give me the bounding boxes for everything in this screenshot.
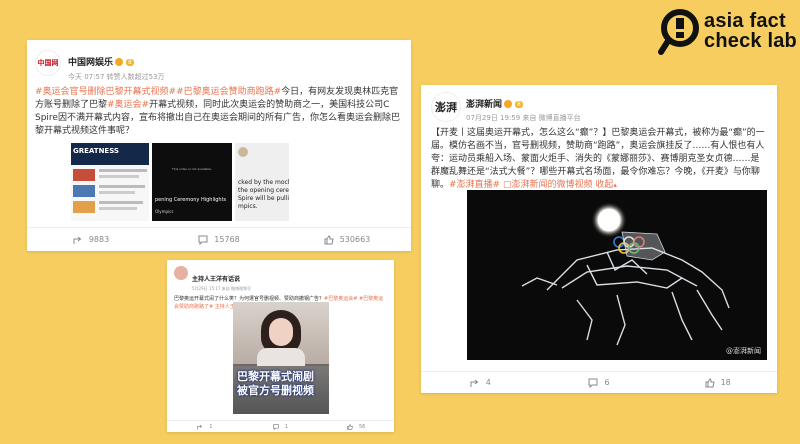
avatar[interactable]: 澎湃 xyxy=(431,92,461,122)
share-count: 1 xyxy=(209,423,213,430)
vip-badge: 8 xyxy=(515,101,523,108)
share-button[interactable]: 9883 xyxy=(27,228,155,251)
account-name[interactable]: 中国网娱乐 xyxy=(68,58,113,68)
share-count: 9883 xyxy=(88,235,110,244)
like-count: 530663 xyxy=(339,235,371,244)
share-button[interactable]: 1 xyxy=(167,421,243,432)
share-icon xyxy=(470,379,479,387)
comment-count: 15768 xyxy=(214,235,240,244)
video-player[interactable]: 巴黎开幕式闹剧 被官方号删视频 xyxy=(233,302,329,414)
thumb-channel: Olympics xyxy=(155,209,174,214)
hashtag-link[interactable]: #奥运会官号删除巴黎开幕式视频##巴黎奥运会赞助商跑路# xyxy=(35,87,281,97)
video-link[interactable]: ▢澎湃新闻的微博视频 xyxy=(503,180,593,190)
video-link-label: 澎湃新闻的微博视频 xyxy=(511,180,593,190)
like-count: 18 xyxy=(720,378,731,387)
post-text: 【开麦丨这届奥运开幕式，怎么这么“癫”？】巴黎奥运会开幕式，被称为最“癫”的一届… xyxy=(421,123,777,192)
avatar[interactable]: 中国网 xyxy=(35,50,61,76)
comment-icon xyxy=(588,378,598,388)
thumbs-up-icon xyxy=(347,423,353,430)
comment-button[interactable]: 15768 xyxy=(155,228,283,251)
video-caption-line2: 被官方号删视频 xyxy=(237,384,314,397)
post-actions: 4 6 18 xyxy=(421,371,777,393)
video-player[interactable]: @澎湃新闻 xyxy=(467,190,767,360)
post-header: 中国网 中国网娱乐 8 今天 07:57 转赞人数超过53万 xyxy=(27,40,411,82)
image-thumbnail[interactable]: This video is not available. pening Cere… xyxy=(152,143,232,221)
thumb-banner: GREATNESS xyxy=(71,143,149,165)
comment-icon xyxy=(198,235,208,245)
comment-button[interactable]: 1 xyxy=(243,421,319,432)
share-button[interactable]: 4 xyxy=(421,372,540,393)
thumbs-up-icon xyxy=(705,377,715,387)
collapse-link[interactable]: 收起 xyxy=(595,180,613,190)
avatar[interactable] xyxy=(174,266,188,280)
comment-button[interactable]: 6 xyxy=(540,372,659,393)
video-unavailable-text: This video is not available. xyxy=(172,167,212,171)
verified-icon xyxy=(504,100,513,108)
tweet-text: cked by the mockery of t the opening cer… xyxy=(238,179,289,210)
logo-text-line2: check lab xyxy=(704,30,797,52)
avatar-label: 中国网 xyxy=(37,59,59,67)
comment-icon xyxy=(273,423,279,430)
weibo-post-china-net-entertainment: 中国网 中国网娱乐 8 今天 07:57 转赞人数超过53万 #奥运会官号删除巴黎… xyxy=(27,40,411,251)
like-button[interactable]: 530663 xyxy=(283,228,411,251)
image-grid: GREATNESS This video is not available. p… xyxy=(71,143,289,221)
video-caption-line1: 巴黎开幕式闹剧 xyxy=(237,370,314,383)
hashtag-link[interactable]: #奥运会# xyxy=(107,100,149,110)
share-count: 4 xyxy=(485,378,491,387)
magnifier-logo-icon xyxy=(658,9,699,55)
post-meta: 5月29日 15:17 来自 微博视频号 xyxy=(192,286,251,291)
like-count: 56 xyxy=(358,423,366,430)
post-header: 澎湃 澎湃新闻 8 07月29日 19:59 来自 微博直播平台 xyxy=(421,85,777,123)
post-meta: 07月29日 19:59 来自 微博直播平台 xyxy=(466,114,581,122)
post-actions: 1 1 56 xyxy=(167,420,394,432)
watermark: @澎湃新闻 xyxy=(726,347,761,355)
avatar-label: 澎湃 xyxy=(435,101,457,114)
chevron-up-icon: ▴ xyxy=(613,181,617,189)
verified-icon xyxy=(115,58,124,66)
weibo-post-host-wang-yang: 主持人王洋有话说 5月29日 15:17 来自 微博视频号 巴黎奥运开幕式闹了什… xyxy=(167,260,394,432)
post-header: 主持人王洋有话说 5月29日 15:17 来自 微博视频号 xyxy=(167,260,394,292)
share-icon xyxy=(197,424,203,429)
post-actions: 9883 15768 530663 xyxy=(27,227,411,251)
account-name[interactable]: 澎湃新闻 xyxy=(466,100,502,110)
thumbs-up-icon xyxy=(324,234,334,244)
weibo-post-the-paper: 澎湃 澎湃新闻 8 07月29日 19:59 来自 微博直播平台 【开麦丨这届奥运… xyxy=(421,85,777,393)
hashtag-link[interactable]: #澎湃直播# xyxy=(449,180,500,190)
thumb-caption: pening Ceremony Highlights xyxy=(155,197,227,203)
like-button[interactable]: 18 xyxy=(658,372,777,393)
like-button[interactable]: 56 xyxy=(318,421,394,432)
asia-fact-check-lab-logo: asia fact check lab xyxy=(656,4,800,60)
post-meta: 今天 07:57 转赞人数超过53万 xyxy=(68,73,165,81)
comment-count: 1 xyxy=(284,423,289,430)
post-text: #奥运会官号删除巴黎开幕式视频##巴黎奥运会赞助商跑路#今日，有网友发现奥林匹克… xyxy=(27,82,411,138)
comment-count: 6 xyxy=(604,378,610,387)
account-name[interactable]: 主持人王洋有话说 xyxy=(192,276,240,283)
image-thumbnail[interactable]: cked by the mockery of t the opening cer… xyxy=(235,143,289,221)
share-icon xyxy=(73,236,82,244)
image-thumbnail[interactable]: GREATNESS xyxy=(71,143,149,221)
vip-badge: 8 xyxy=(126,59,134,66)
horse-sculpture-image xyxy=(521,202,730,346)
